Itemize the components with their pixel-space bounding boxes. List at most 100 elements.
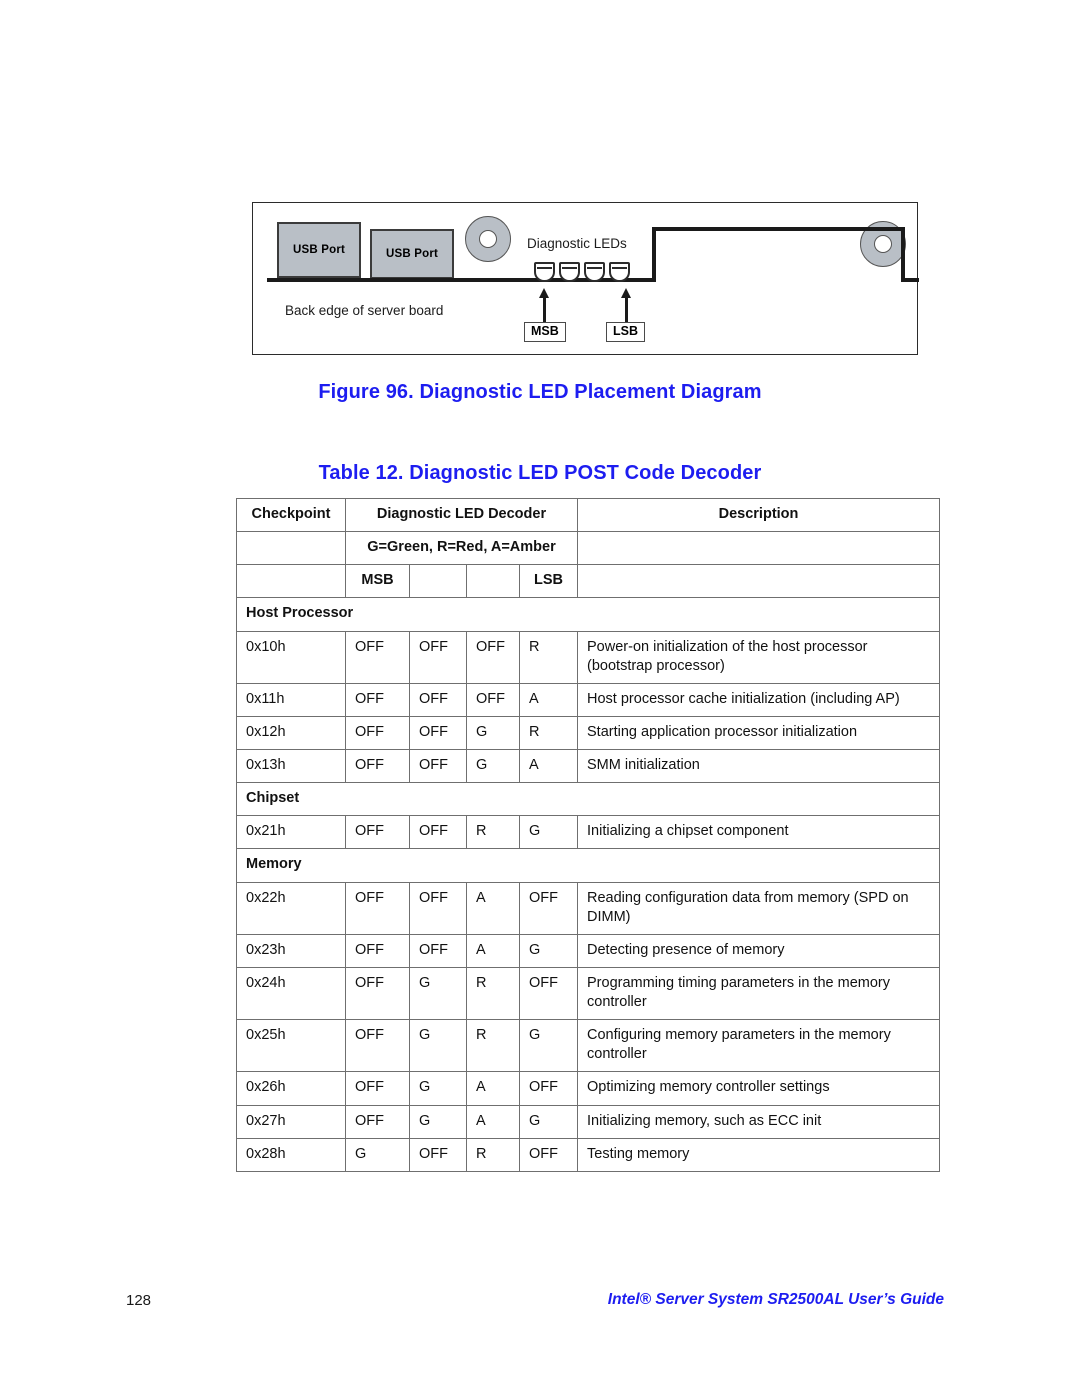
cell-led-4: A [518, 682, 579, 717]
cell-led-4: G [518, 815, 579, 850]
usb-port-1: USB Port [277, 222, 361, 278]
figure-msb-label: MSB [524, 322, 566, 342]
cell-led-4: OFF [518, 1137, 579, 1172]
diagnostic-led-icon-2 [559, 262, 580, 282]
cell-description: SMM initialization [577, 748, 941, 784]
usb-port-1-label: USB Port [292, 244, 346, 256]
section-title: Chipset [235, 782, 941, 817]
cell-led-1: OFF [345, 1104, 410, 1139]
header-description: Description [577, 497, 941, 533]
cell-led-4: OFF [518, 881, 579, 935]
cell-led-4: G [518, 1019, 579, 1073]
cell-description: Optimizing memory controller settings [577, 1071, 941, 1106]
cell-led-4: OFF [518, 966, 579, 1021]
cell-led-1: OFF [345, 682, 410, 717]
cell-description: Programming timing parameters in the mem… [577, 966, 941, 1021]
section-title: Host Processor [235, 597, 941, 632]
legend-color-key: G=Green, R=Red, A=Amber [344, 531, 579, 566]
cell-checkpoint: 0x12h [236, 715, 346, 751]
cell-led-4: R [518, 630, 579, 684]
table-row: 0x13h OFF OFF G A SMM initialization [236, 748, 941, 784]
diagnostic-led-placement-figure: USB Port USB Port Diagnostic LEDs Back e… [252, 202, 919, 355]
header-bit-3 [466, 564, 520, 599]
table-row: 0x21h OFF OFF R G Initializing a chipset comp… [236, 815, 941, 850]
mounting-hole-icon-left [465, 216, 511, 262]
cell-led-3: A [466, 1071, 520, 1106]
cell-led-2: OFF [409, 630, 467, 684]
cell-led-3: A [466, 933, 520, 968]
cell-led-3: OFF [466, 630, 520, 684]
figure-caption: Figure 96. Diagnostic LED Placement Diag… [318, 381, 762, 403]
cell-led-1: OFF [345, 881, 410, 935]
header-checkpoint: Checkpoint [236, 497, 346, 533]
cell-led-3: A [466, 1104, 520, 1139]
table-row: 0x10h OFF OFF OFF R Power-on initialization o… [236, 630, 941, 684]
table-row: 0x25h OFF G R G Configuring memory parameters… [236, 1019, 941, 1073]
usb-port-2-label: USB Port [385, 248, 439, 260]
cell-checkpoint: 0x10h [236, 630, 346, 684]
diagnostic-led-icon-3 [584, 262, 605, 282]
header-msb: MSB [345, 564, 410, 599]
cell-checkpoint: 0x25h [236, 1019, 346, 1073]
table-row: 0x26h OFF G A OFF Optimizing memory controlle… [236, 1071, 941, 1106]
mounting-hole-icon-right [860, 221, 906, 267]
cell-led-2: OFF [409, 881, 467, 935]
cell-led-2: OFF [409, 715, 467, 751]
page-number: 128 [126, 1292, 152, 1309]
cell-led-2: G [409, 966, 467, 1021]
cell-led-1: OFF [345, 815, 410, 850]
diagnostic-led-post-code-decoder-table: Checkpoint Diagnostic LED Decoder Descript… [235, 497, 941, 1172]
diagnostic-led-icon-1 [534, 262, 555, 282]
cell-led-4: R [518, 715, 579, 751]
table-caption: Table 12. Diagnostic LED POST Code Decod… [318, 462, 762, 484]
cell-led-1: OFF [345, 966, 410, 1021]
cell-led-2: OFF [409, 682, 467, 717]
header-decoder: Diagnostic LED Decoder [344, 497, 579, 533]
cell-checkpoint: 0x27h [236, 1104, 346, 1139]
table-row: 0x23h OFF OFF A G Detecting presence of memor… [236, 933, 941, 968]
table-row: 0x11h OFF OFF OFF A Host processor cache init… [236, 682, 941, 717]
cell-led-1: OFF [345, 630, 410, 684]
cell-checkpoint: 0x24h [236, 966, 346, 1021]
cell-description: Configuring memory parameters in the mem… [577, 1019, 941, 1073]
cell-description: Power-on initialization of the host proc… [577, 630, 941, 684]
diagnostic-leds-callout-label: Diagnostic LEDs [527, 236, 627, 251]
cell-led-3: G [466, 748, 520, 784]
usb-port-2: USB Port [370, 229, 454, 279]
cell-description: Initializing memory, such as ECC init [577, 1104, 941, 1139]
figure-lsb-label: LSB [606, 322, 645, 342]
table-row: 0x12h OFF OFF G R Starting application proces… [236, 715, 941, 751]
table-row: 0x27h OFF G A G Initializing memory, such as … [236, 1104, 941, 1139]
cell-led-1: OFF [345, 748, 410, 784]
table-header-row: Checkpoint Diagnostic LED Decoder Descript… [236, 497, 941, 533]
table-section-header-row: Host Processor [235, 597, 941, 632]
table-row: 0x24h OFF G R OFF Programming timing paramete… [236, 966, 941, 1021]
cell-led-2: G [409, 1019, 467, 1073]
cell-led-3: G [466, 715, 520, 751]
cell-description: Testing memory [577, 1137, 941, 1172]
cell-led-4: G [518, 1104, 579, 1139]
cell-description: Starting application processor initializ… [577, 715, 941, 751]
cell-led-2: OFF [409, 933, 467, 968]
cell-led-3: R [466, 1137, 520, 1172]
bit-order-spacer-right [577, 564, 941, 599]
table-section-header-row: Chipset [235, 782, 941, 817]
cell-description: Reading configuration data from memory (… [577, 881, 941, 935]
cell-led-4: G [518, 933, 579, 968]
cell-led-2: G [409, 1071, 467, 1106]
table-section-header-row: Memory [235, 848, 941, 883]
cell-led-1: G [345, 1137, 410, 1172]
bit-order-spacer-left [236, 564, 346, 599]
cell-checkpoint: 0x28h [236, 1137, 346, 1172]
cell-checkpoint: 0x13h [236, 748, 346, 784]
cell-led-1: OFF [345, 1071, 410, 1106]
section-title: Memory [235, 848, 941, 883]
cell-led-4: OFF [518, 1071, 579, 1106]
cell-description: Initializing a chipset component [577, 815, 941, 850]
cell-led-3: OFF [466, 682, 520, 717]
cell-led-3: R [466, 966, 520, 1021]
diagnostic-led-icon-4 [609, 262, 630, 282]
cell-description: Detecting presence of memory [577, 933, 941, 968]
table-legend-row: G=Green, R=Red, A=Amber [236, 531, 941, 566]
cell-led-1: OFF [345, 933, 410, 968]
